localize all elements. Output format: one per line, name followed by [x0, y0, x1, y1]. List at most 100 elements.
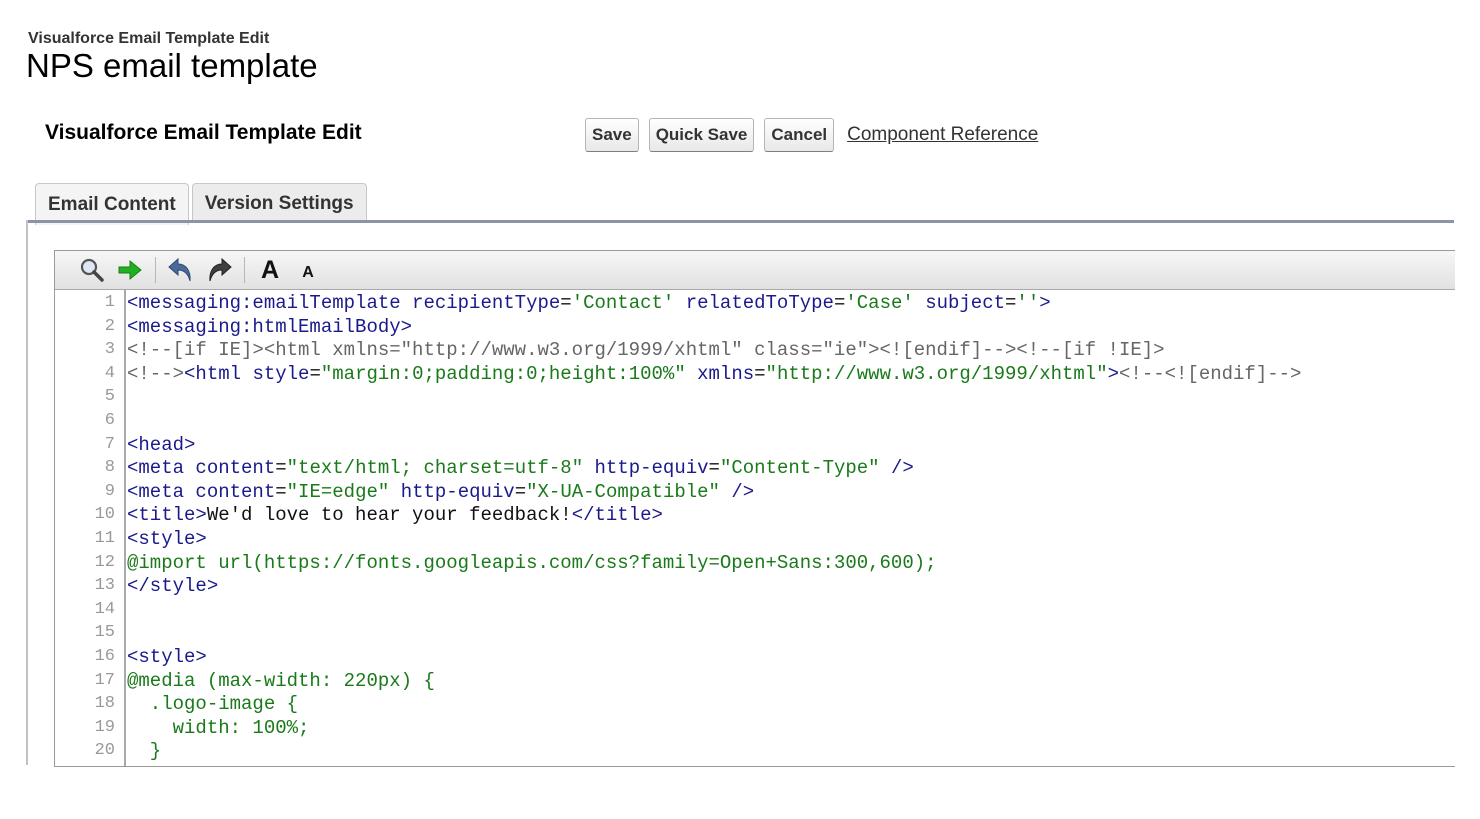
code-line[interactable]: 4 <!--><html style="margin:0;padding:0;he…	[55, 362, 1455, 386]
code-line[interactable]: 2 <messaging:htmlEmailBody>	[55, 315, 1455, 339]
code-token: />	[731, 480, 755, 503]
code-text: @media (max-width: 220px) {	[127, 669, 435, 693]
code-token: 'Contact'	[571, 292, 675, 314]
code-token: "text/html; charset=utf-8"	[286, 457, 584, 480]
save-button[interactable]: Save	[585, 118, 639, 152]
line-number: 7	[104, 434, 115, 454]
redo-icon[interactable]	[204, 255, 234, 285]
code-token: http-equiv	[594, 457, 709, 480]
code-token: http-equiv	[400, 480, 515, 503]
code-token: />	[891, 457, 914, 480]
code-editor: A A 1 <messaging:emailTemplate recipientT…	[54, 250, 1455, 767]
line-number: 4	[104, 363, 115, 383]
line-number: 11	[94, 529, 115, 548]
quick-save-button[interactable]: Quick Save	[648, 118, 755, 152]
toolbar-separator	[244, 257, 245, 283]
page-title: NPS email template	[26, 47, 318, 84]
tab-bar: Email Content Version Settings	[35, 183, 370, 225]
code-text: <title>We'd love to hear your feedback!<…	[127, 503, 663, 527]
code-line[interactable]: 16 <style>	[55, 645, 1455, 669]
code-token: content	[195, 457, 276, 480]
code-line[interactable]: 20 }	[55, 739, 1455, 763]
code-line[interactable]: 19 width: 100%;	[55, 716, 1455, 740]
code-token: =	[833, 292, 846, 314]
code-token: style	[252, 362, 310, 385]
code-line[interactable]: 15	[55, 621, 1455, 645]
code-token: =	[560, 292, 572, 314]
code-token: </style>	[127, 575, 219, 598]
code-text: <!--[if IE]><html xmlns="http://www.w3.o…	[127, 338, 1165, 362]
code-line[interactable]: 9 <meta content="IE=edge" http-equiv="X-U…	[55, 480, 1455, 504]
code-line[interactable]: 5	[55, 385, 1455, 409]
search-icon[interactable]	[77, 255, 107, 285]
toolbar-separator	[155, 257, 156, 283]
code-token: "http://www.w3.org/1999/xhtml"	[765, 362, 1108, 385]
section-title: Visualforce Email Template Edit	[45, 121, 362, 144]
decrease-font-icon[interactable]: A	[293, 252, 323, 288]
code-line[interactable]: 10 <title>We'd love to hear your feedback…	[55, 503, 1455, 527]
code-line[interactable]: 1 <messaging:emailTemplate recipientType=…	[55, 291, 1455, 315]
code-line[interactable]: 6	[55, 409, 1455, 433]
line-number: 3	[104, 340, 115, 360]
undo-icon[interactable]	[166, 255, 196, 285]
code-token: }	[127, 740, 162, 763]
code-line[interactable]: 14	[55, 598, 1455, 622]
cancel-button[interactable]: Cancel	[764, 118, 835, 152]
line-number: 2	[104, 316, 115, 336]
increase-font-icon[interactable]: A	[255, 255, 285, 285]
code-token: <style>	[127, 528, 207, 550]
go-to-line-icon[interactable]	[115, 255, 145, 285]
editor-toolbar: A A	[55, 251, 1455, 290]
tab-version-settings[interactable]: Version Settings	[191, 183, 367, 223]
code-token: <!-->	[127, 362, 185, 385]
code-token: </title>	[571, 504, 663, 527]
line-number: 8	[104, 458, 115, 478]
code-token: =	[514, 480, 527, 503]
code-token: <!--[if IE]><html xmlns="http://www.w3.o…	[127, 339, 1165, 362]
code-line[interactable]: 3 <!--[if IE]><html xmlns="http://www.w3.…	[55, 338, 1455, 362]
code-text: <style>	[127, 527, 207, 551]
code-token: <head>	[127, 433, 196, 456]
code-line[interactable]: 17 @media (max-width: 220px) {	[55, 669, 1455, 693]
code-text: }	[127, 739, 161, 763]
code-token: recipientType	[412, 292, 561, 314]
code-line[interactable]: 7 <head>	[55, 433, 1455, 457]
code-token: =	[275, 457, 287, 480]
code-text: <head>	[127, 433, 195, 457]
code-line[interactable]: 18 .logo-image {	[55, 692, 1455, 716]
code-text: </style>	[127, 574, 218, 598]
tab-underline	[28, 220, 1454, 223]
panel-border	[26, 220, 28, 765]
code-token: <!--<![endif]-->	[1119, 362, 1302, 385]
code-token: content	[195, 480, 276, 503]
component-reference-link[interactable]: Component Reference	[847, 124, 1038, 146]
code-line[interactable]: 13 </style>	[55, 574, 1455, 598]
line-number: 19	[94, 717, 115, 737]
code-token: @media (max-width: 220px) {	[127, 669, 435, 692]
code-token: <messaging:htmlEmailBody>	[127, 315, 413, 338]
code-line[interactable]: 12 @import url(https://fonts.googleapis.c…	[55, 551, 1455, 575]
code-line[interactable]: 11 <style>	[55, 527, 1455, 551]
code-token: .logo-image {	[127, 693, 299, 716]
code-token: <messaging:emailTemplate	[127, 292, 413, 314]
page-type-label: Visualforce Email Template Edit	[28, 30, 270, 47]
code-line[interactable]: 8 <meta content="text/html; charset=utf-8…	[55, 456, 1455, 480]
code-token: =	[754, 362, 766, 385]
code-token: @import url(https://fonts.googleapis.com…	[127, 551, 937, 574]
code-token: >	[1107, 362, 1120, 385]
line-number: 13	[94, 576, 115, 596]
tab-email-content[interactable]: Email Content	[35, 183, 189, 225]
code-token: "margin:0;padding:0;height:100%"	[320, 362, 686, 385]
line-number: 16	[94, 647, 115, 666]
code-token: =	[1005, 292, 1017, 314]
code-token: "Content-Type"	[719, 457, 880, 480]
line-number: 5	[104, 387, 115, 407]
code-token: xmlns	[697, 362, 755, 385]
